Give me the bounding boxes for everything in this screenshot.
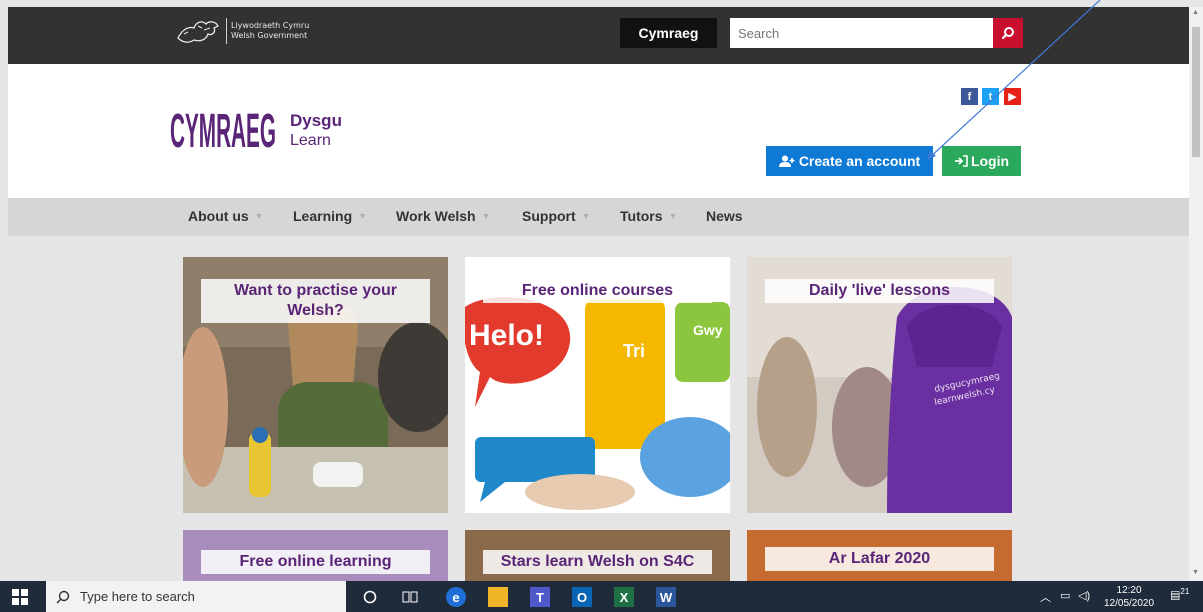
tile-practise-welsh[interactable]: Want to practise your Welsh?: [183, 257, 448, 513]
scroll-thumb[interactable]: [1192, 27, 1200, 157]
nav-tutors[interactable]: Tutors ▼: [620, 208, 677, 224]
bubble-text-gwy: Gwy: [693, 322, 723, 338]
tile-stars-learn-welsh[interactable]: Stars learn Welsh on S4C: [465, 530, 730, 581]
word-icon[interactable]: W: [656, 587, 676, 607]
tile-title: Ar Lafar 2020: [765, 547, 994, 571]
file-explorer-icon[interactable]: [488, 587, 508, 607]
tile-free-online-courses[interactable]: Helo! Tri Gwy Free online courses: [465, 257, 730, 513]
tile-title: Free online courses: [483, 279, 712, 303]
battery-icon[interactable]: ▭: [1060, 589, 1070, 602]
brand-text: Dysgu Learn: [290, 111, 342, 150]
nav-about-us[interactable]: About us ▼: [188, 208, 264, 224]
caret-down-icon: ▼: [358, 211, 368, 221]
scroll-down-icon[interactable]: ▼: [1192, 569, 1199, 576]
nav-news[interactable]: News: [706, 208, 743, 224]
nav-label: Tutors: [620, 208, 663, 224]
create-account-label: Create an account: [798, 153, 921, 169]
login-button[interactable]: Login: [942, 146, 1021, 176]
cortana-icon[interactable]: [360, 587, 380, 607]
bubble-text-tri: Tri: [623, 341, 645, 361]
cortana-circle: [363, 590, 377, 604]
taskbar-search-placeholder: Type here to search: [80, 589, 195, 604]
clock-date: 12/05/2020: [1104, 598, 1155, 609]
site-header: CYMRAEG Dysgu Learn f t ▶ Create an acco…: [8, 64, 1189, 198]
search-icon: [1001, 27, 1014, 40]
chevron-up-icon[interactable]: ︿: [1040, 589, 1051, 605]
logo-separator: [226, 18, 227, 44]
windows-start-icon[interactable]: [12, 589, 28, 605]
clock-time: 12:20: [1116, 585, 1142, 596]
volume-icon[interactable]: ◁): [1078, 589, 1090, 602]
brand-learn: Learn: [290, 131, 331, 149]
nav-support[interactable]: Support ▼: [522, 208, 591, 224]
tile-daily-live-lessons[interactable]: dysgucymraeg learnwelsh.cy Daily 'live' …: [747, 257, 1012, 513]
sign-in-icon: [954, 155, 968, 167]
nav-label: Work Welsh: [396, 208, 476, 224]
nav-label: Learning: [293, 208, 353, 224]
tile-ar-lafar[interactable]: Ar Lafar 2020: [747, 530, 1012, 581]
gov-text: Llywodraeth Cymru Welsh Government: [231, 21, 309, 41]
youtube-icon[interactable]: ▶: [1004, 88, 1021, 105]
search-icon: [56, 590, 70, 603]
search-button[interactable]: [993, 18, 1023, 48]
teams-icon[interactable]: T: [530, 587, 550, 607]
welsh-government-logo[interactable]: Llywodraeth Cymru Welsh Government: [174, 16, 309, 46]
caret-down-icon: ▼: [668, 211, 678, 221]
tile-title: Want to practise your Welsh?: [201, 279, 430, 323]
edge-browser-icon[interactable]: e: [446, 587, 466, 607]
facebook-icon[interactable]: f: [961, 88, 978, 105]
login-label: Login: [970, 153, 1010, 169]
main-nav: About us ▼ Learning ▼ Work Welsh ▼ Support ▼…: [8, 198, 1189, 236]
task-view-glyph: [402, 591, 418, 603]
notification-count: 21: [1180, 587, 1190, 596]
outlook-icon[interactable]: O: [572, 587, 592, 607]
gov-text-english: Welsh Government: [231, 31, 308, 40]
twitter-icon[interactable]: t: [982, 88, 999, 105]
add-user-icon: [778, 155, 795, 167]
nav-work-welsh[interactable]: Work Welsh ▼: [396, 208, 491, 224]
dragon-icon: [177, 21, 219, 43]
search-input[interactable]: [730, 18, 993, 48]
nav-label: Support: [522, 208, 576, 224]
windows-taskbar: Type here to search e T O X W ︿ ▭ ◁) 12:…: [0, 581, 1203, 612]
dysgu-cymraeg-logo[interactable]: CYMRAEG Dysgu Learn: [168, 82, 342, 182]
cymraeg-wordmark-text: CYMRAEG: [170, 104, 276, 157]
caret-down-icon: ▼: [254, 211, 264, 221]
gov-text-welsh: Llywodraeth Cymru: [231, 21, 310, 30]
nav-learning[interactable]: Learning ▼: [293, 208, 367, 224]
brand-dysgu: Dysgu: [290, 110, 342, 130]
tile-title: Free online learning: [201, 550, 430, 574]
excel-icon[interactable]: X: [614, 587, 634, 607]
taskbar-clock[interactable]: 12:20 12/05/2020: [1104, 584, 1154, 610]
notification-icon[interactable]: ▤21: [1170, 587, 1189, 602]
taskbar-search[interactable]: Type here to search: [46, 581, 346, 612]
cymraeg-language-button[interactable]: Cymraeg: [620, 18, 717, 48]
tile-title: Stars learn Welsh on S4C: [483, 550, 712, 574]
tile-title: Daily 'live' lessons: [765, 279, 994, 303]
create-account-button[interactable]: Create an account: [766, 146, 933, 176]
government-top-bar: Llywodraeth Cymru Welsh Government Cymra…: [8, 7, 1189, 64]
scroll-up-icon[interactable]: ▲: [1192, 9, 1199, 16]
page-scrollbar[interactable]: ▲ ▼: [1189, 7, 1203, 581]
caret-down-icon: ▼: [581, 211, 591, 221]
bubble-text-helo: Helo!: [469, 319, 544, 352]
nav-label: About us: [188, 208, 249, 224]
tile-free-online-learning[interactable]: Free online learning: [183, 530, 448, 581]
task-view-icon[interactable]: [400, 587, 420, 607]
nav-label: News: [706, 208, 743, 224]
cymraeg-wordmark: CYMRAEG: [170, 104, 276, 157]
caret-down-icon: ▼: [481, 211, 491, 221]
